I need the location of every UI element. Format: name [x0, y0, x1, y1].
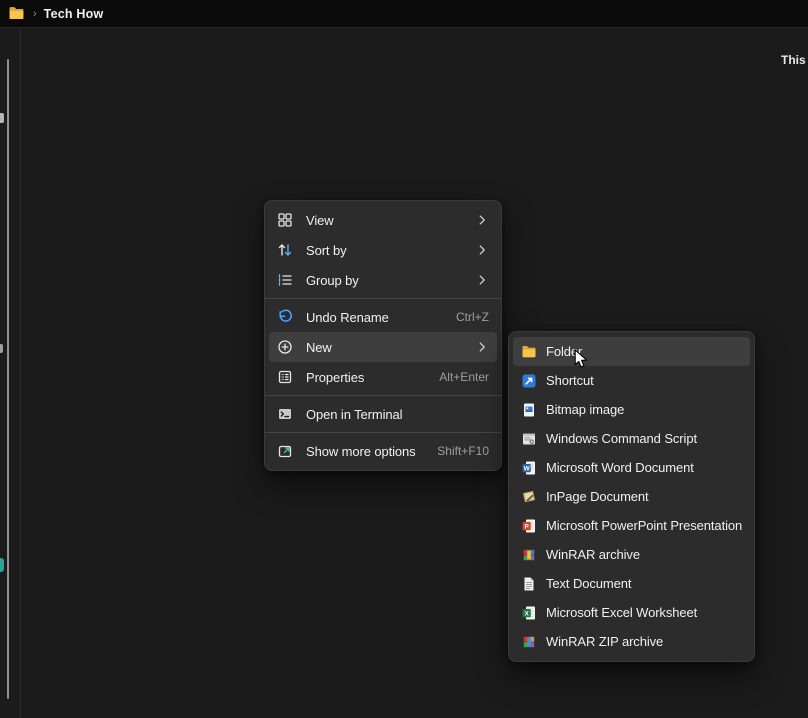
show-more-icon — [277, 443, 293, 459]
menu-item-microsoft-powerpoint-presentation[interactable]: P Microsoft PowerPoint Presentation — [513, 511, 750, 540]
menu-item-label: Open in Terminal — [306, 406, 403, 422]
new-icon — [277, 339, 293, 355]
menu-item-label: Windows Command Script — [546, 431, 697, 446]
nav-item-fragment — [0, 113, 4, 123]
folder-icon — [521, 344, 537, 360]
menu-item-label: Show more options — [306, 443, 416, 459]
menu-item-label: Shortcut — [546, 373, 594, 388]
menu-item-open-in-terminal[interactable]: Open in Terminal — [269, 399, 497, 429]
menu-item-label: Sort by — [306, 242, 347, 258]
menu-item-properties[interactable]: Properties Alt+Enter — [269, 362, 497, 392]
breadcrumb-chevron-icon: › — [33, 7, 37, 20]
menu-item-label: Text Document — [546, 576, 632, 591]
menu-item-label: View — [306, 212, 334, 228]
menu-item-folder[interactable]: Folder — [513, 337, 750, 366]
menu-item-inpage-document[interactable]: InPage Document — [513, 482, 750, 511]
winrar-icon — [521, 547, 537, 563]
menu-item-shortcut: Alt+Enter — [439, 370, 489, 384]
terminal-icon — [277, 406, 293, 422]
menu-item-winrar-archive[interactable]: WinRAR archive — [513, 540, 750, 569]
menu-item-bitmap-image[interactable]: Bitmap image — [513, 395, 750, 424]
explorer-window: › Tech How This f View Sort by Group by Und… — [0, 0, 808, 718]
menu-separator — [265, 432, 501, 433]
text-doc-icon — [521, 576, 537, 592]
breadcrumb-location[interactable]: Tech How — [44, 7, 104, 21]
menu-item-label: New — [306, 339, 332, 355]
menu-separator — [265, 395, 501, 396]
menu-item-label: WinRAR archive — [546, 547, 640, 562]
svg-text:X: X — [524, 610, 529, 617]
menu-item-label: Bitmap image — [546, 402, 625, 417]
bitmap-icon — [521, 402, 537, 418]
menu-item-new[interactable]: New — [269, 332, 497, 362]
undo-icon — [277, 309, 293, 325]
sort-icon — [277, 242, 293, 258]
cmd-script-icon — [521, 431, 537, 447]
chevron-right-icon — [475, 340, 489, 354]
menu-item-microsoft-word-document[interactable]: W Microsoft Word Document — [513, 453, 750, 482]
empty-folder-message: This f — [781, 53, 808, 67]
excel-icon: X — [521, 605, 537, 621]
winrar-zip-icon — [521, 634, 537, 650]
menu-item-label: Microsoft PowerPoint Presentation — [546, 518, 743, 533]
context-menu: View Sort by Group by Undo Rename Ctrl+Z New P… — [264, 200, 502, 471]
menu-item-view[interactable]: View — [269, 205, 497, 235]
chevron-right-icon — [475, 213, 489, 227]
svg-text:W: W — [524, 465, 531, 472]
new-submenu: Folder Shortcut Bitmap image Windows Comman… — [508, 331, 755, 662]
menu-item-text-document[interactable]: Text Document — [513, 569, 750, 598]
nav-item-fragment — [0, 344, 3, 353]
menu-item-label: Microsoft Word Document — [546, 460, 694, 475]
menu-item-shortcut: Ctrl+Z — [456, 310, 489, 324]
menu-item-label: Properties — [306, 369, 365, 385]
scrollbar-thumb[interactable] — [7, 59, 9, 699]
menu-item-shortcut: Shift+F10 — [437, 444, 489, 458]
menu-item-label: Group by — [306, 272, 359, 288]
menu-item-show-more-options[interactable]: Show more options Shift+F10 — [269, 436, 497, 466]
properties-icon — [277, 369, 293, 385]
nav-item-fragment — [0, 558, 4, 572]
menu-item-microsoft-excel-worksheet[interactable]: X Microsoft Excel Worksheet — [513, 598, 750, 627]
menu-item-label: Folder — [546, 344, 583, 359]
word-icon: W — [521, 460, 537, 476]
menu-item-label: InPage Document — [546, 489, 649, 504]
inpage-icon — [521, 489, 537, 505]
menu-item-sort-by[interactable]: Sort by — [269, 235, 497, 265]
folder-icon — [8, 5, 25, 22]
menu-item-group-by[interactable]: Group by — [269, 265, 497, 295]
svg-text:P: P — [524, 523, 529, 530]
menu-item-label: Microsoft Excel Worksheet — [546, 605, 698, 620]
menu-item-undo-rename[interactable]: Undo Rename Ctrl+Z — [269, 302, 497, 332]
menu-item-shortcut[interactable]: Shortcut — [513, 366, 750, 395]
menu-separator — [265, 298, 501, 299]
menu-item-label: WinRAR ZIP archive — [546, 634, 664, 649]
view-icon — [277, 212, 293, 228]
powerpoint-icon: P — [521, 518, 537, 534]
chevron-right-icon — [475, 243, 489, 257]
chevron-right-icon — [475, 273, 489, 287]
title-bar: › Tech How — [0, 0, 808, 28]
nav-pane-edge — [0, 29, 21, 718]
group-icon — [277, 272, 293, 288]
menu-item-winrar-zip-archive[interactable]: WinRAR ZIP archive — [513, 627, 750, 656]
menu-item-label: Undo Rename — [306, 309, 389, 325]
shortcut-icon — [521, 373, 537, 389]
menu-item-windows-command-script[interactable]: Windows Command Script — [513, 424, 750, 453]
